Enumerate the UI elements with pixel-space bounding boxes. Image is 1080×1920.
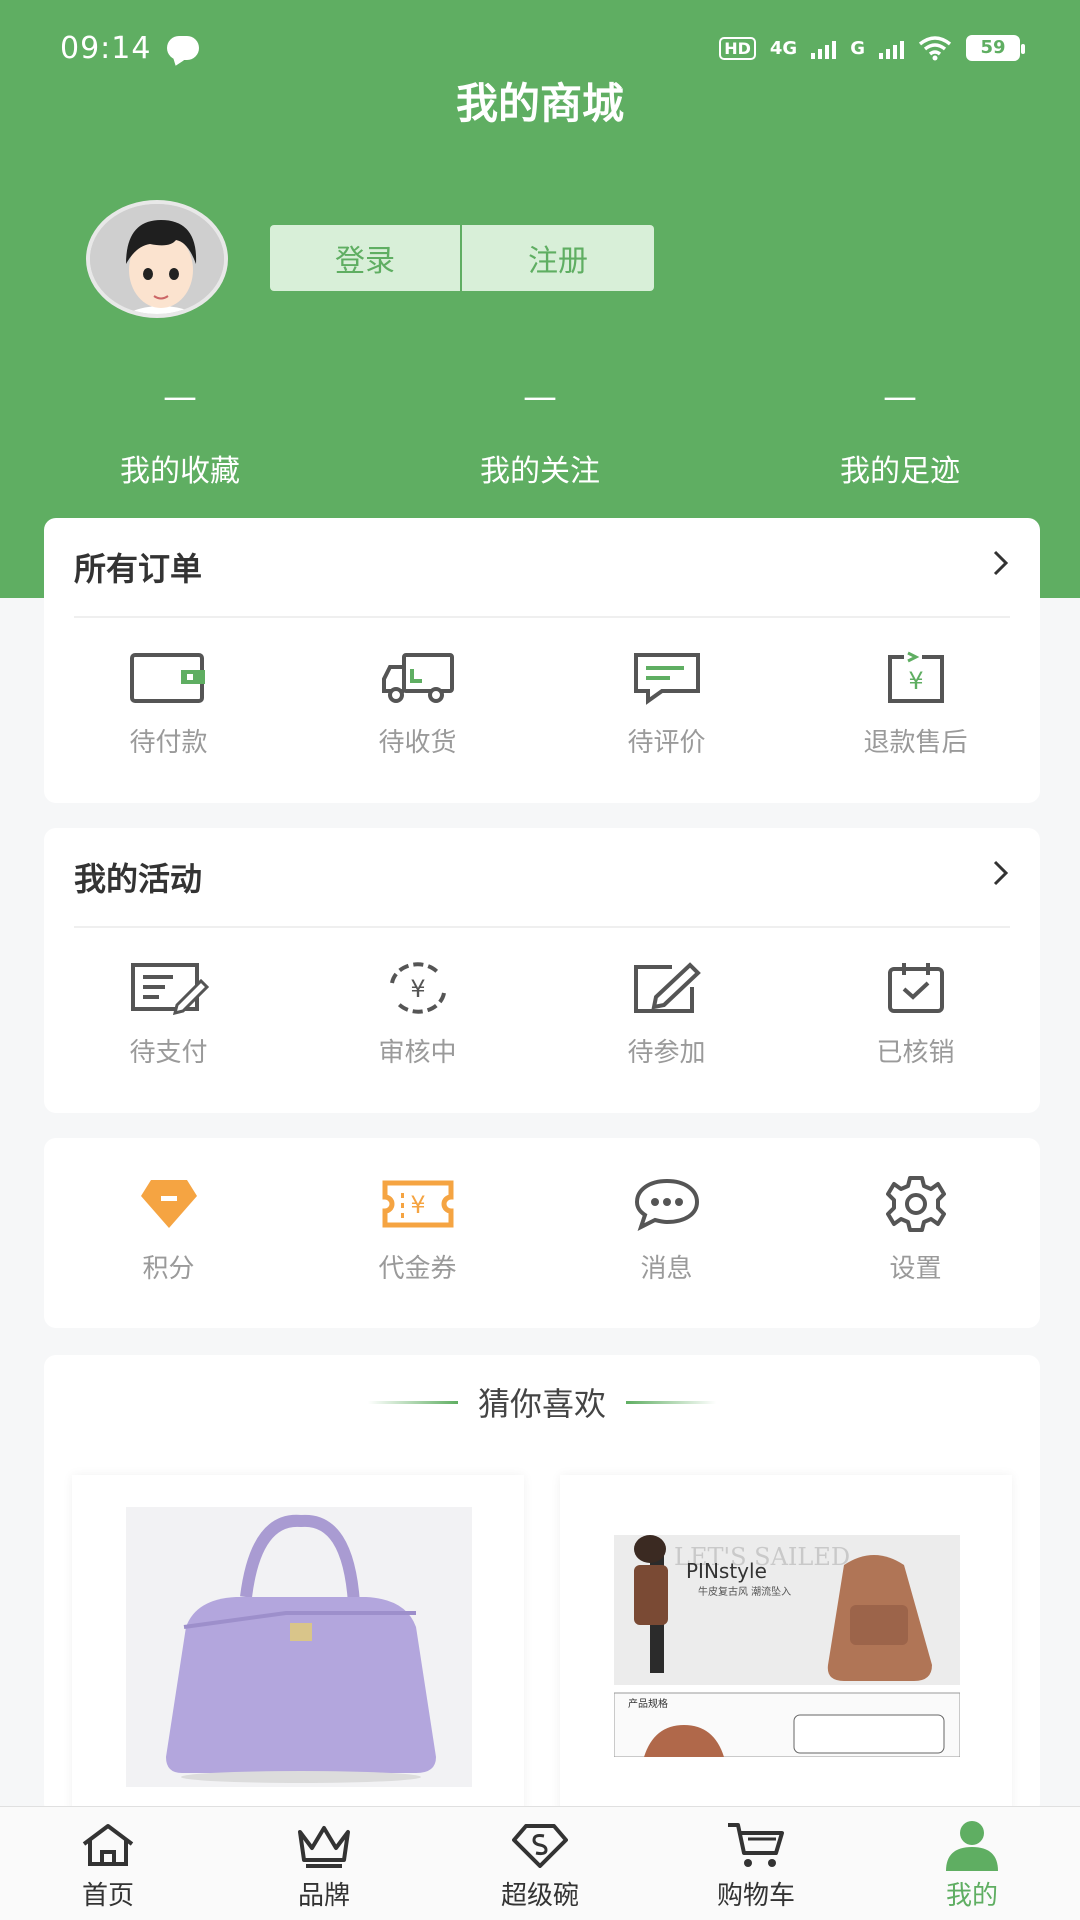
status-bar: 09:14 HD 4G G 59	[60, 28, 1025, 68]
tab-mine[interactable]: 我的	[864, 1807, 1080, 1920]
stat-history-value: —	[883, 377, 917, 417]
svg-text:¥: ¥	[908, 667, 923, 695]
activity-to-attend[interactable]: 待参加	[542, 958, 791, 1069]
recommend-section: 猜你喜欢 LET'S SAILED PINstyle 牛皮复古风 潮流坠入 产品…	[44, 1355, 1040, 1815]
avatar[interactable]	[86, 200, 228, 318]
user-stats: — 我的收藏 — 我的关注 — 我的足迹	[0, 380, 1080, 490]
activities-card: 我的活动 待支付 ¥ 审核中 待参加 已核销	[44, 828, 1040, 1113]
pencil-square-icon	[627, 958, 707, 1018]
bottom-tab-bar: 首页 品牌 超级碗 购物车 我的	[0, 1806, 1080, 1920]
tool-points[interactable]: 积分	[44, 1174, 293, 1285]
stat-history-label: 我的足迹	[840, 454, 960, 489]
wallet-icon	[129, 648, 209, 708]
tab-home[interactable]: 首页	[0, 1807, 216, 1920]
hd-indicator: HD	[719, 36, 756, 60]
activity-reviewing-label: 审核中	[378, 1038, 457, 1068]
refund-icon: ¥	[876, 648, 956, 708]
tool-messages[interactable]: 消息	[542, 1174, 791, 1285]
network-g-label: G	[850, 37, 865, 59]
order-refund[interactable]: ¥ 退款售后	[791, 648, 1040, 759]
activity-verified[interactable]: 已核销	[791, 958, 1040, 1069]
order-pending-review-label: 待评价	[627, 728, 706, 758]
orders-card: 所有订单 待付款 待收货 待评价 ¥ 退款售后	[44, 518, 1040, 803]
stat-following[interactable]: — 我的关注	[360, 380, 720, 490]
tab-brand[interactable]: 品牌	[216, 1807, 432, 1920]
product-card[interactable]: LET'S SAILED PINstyle 牛皮复古风 潮流坠入 产品规格	[560, 1475, 1012, 1815]
home-icon	[80, 1819, 136, 1871]
backpack-ad-image: LET'S SAILED PINstyle 牛皮复古风 潮流坠入 产品规格	[614, 1535, 960, 1757]
cart-icon	[726, 1819, 786, 1871]
ad-brand-text: PINstyle	[686, 1559, 767, 1583]
recommend-title: 猜你喜欢	[477, 1385, 606, 1423]
chevron-right-icon	[992, 859, 1010, 895]
activity-pending-payment[interactable]: 待支付	[44, 958, 293, 1069]
activity-verified-label: 已核销	[876, 1038, 955, 1068]
chat-bubble-icon	[167, 36, 200, 60]
points-gem-icon	[129, 1174, 209, 1234]
svg-text:¥: ¥	[410, 1191, 425, 1219]
message-icon	[627, 1174, 707, 1234]
stat-favorites-label: 我的收藏	[120, 454, 240, 489]
tool-settings[interactable]: 设置	[791, 1174, 1040, 1285]
activity-pending-payment-label: 待支付	[129, 1038, 208, 1068]
edit-list-icon	[129, 958, 209, 1018]
tab-super-bowl-label: 超级碗	[500, 1881, 579, 1911]
login-button[interactable]: 登录	[270, 225, 462, 291]
tab-cart-label: 购物车	[716, 1881, 795, 1911]
activities-header[interactable]: 我的活动	[74, 828, 1010, 928]
stat-favorites-value: —	[163, 377, 197, 417]
stat-favorites[interactable]: — 我的收藏	[0, 380, 360, 490]
yen-cycle-icon: ¥	[378, 958, 458, 1018]
title-divider-right	[626, 1400, 716, 1404]
tool-messages-label: 消息	[640, 1254, 693, 1284]
super-bowl-icon	[512, 1819, 568, 1871]
title-divider-left	[367, 1400, 458, 1404]
order-refund-label: 退款售后	[863, 728, 968, 758]
product-card[interactable]	[72, 1475, 524, 1815]
stat-following-label: 我的关注	[480, 454, 600, 489]
network-4g-label: 4G	[769, 37, 798, 59]
tool-settings-label: 设置	[889, 1254, 942, 1284]
stat-following-value: —	[523, 377, 557, 417]
ad-sub-text: 牛皮复古风 潮流坠入	[698, 1587, 792, 1598]
tool-points-label: 积分	[142, 1254, 195, 1284]
tool-coupon[interactable]: ¥ 代金券	[293, 1174, 542, 1285]
order-pending-payment[interactable]: 待付款	[44, 648, 293, 759]
order-pending-receipt-label: 待收货	[378, 728, 457, 758]
tools-card: 积分 ¥ 代金券 消息 设置	[44, 1138, 1040, 1328]
tab-mine-label: 我的	[945, 1881, 998, 1911]
tab-brand-label: 品牌	[297, 1881, 350, 1911]
order-pending-receipt[interactable]: 待收货	[293, 648, 542, 759]
user-icon	[942, 1819, 1002, 1871]
calendar-check-icon	[876, 958, 956, 1018]
comment-icon	[627, 648, 707, 708]
orders-header[interactable]: 所有订单	[74, 518, 1010, 618]
tab-super-bowl[interactable]: 超级碗	[432, 1807, 648, 1920]
signal-2-icon	[879, 37, 904, 59]
activity-to-attend-label: 待参加	[627, 1038, 706, 1068]
activity-reviewing[interactable]: ¥ 审核中	[293, 958, 542, 1069]
register-button[interactable]: 注册	[462, 225, 654, 291]
spec-label: 产品规格	[628, 1699, 668, 1710]
tab-home-label: 首页	[81, 1881, 134, 1911]
order-pending-payment-label: 待付款	[129, 728, 208, 758]
svg-text:¥: ¥	[410, 975, 425, 1003]
activities-title: 我的活动	[74, 860, 203, 898]
coupon-icon: ¥	[378, 1174, 458, 1234]
stat-history[interactable]: — 我的足迹	[720, 380, 1080, 490]
orders-title: 所有订单	[74, 550, 203, 588]
crown-icon	[296, 1819, 352, 1871]
wifi-icon	[918, 36, 952, 61]
settings-gear-icon	[876, 1174, 956, 1234]
page-title: 我的商城	[455, 79, 624, 128]
signal-icon	[811, 37, 837, 59]
chevron-right-icon	[992, 549, 1010, 585]
battery-icon: 59	[966, 35, 1025, 61]
order-pending-review[interactable]: 待评价	[542, 648, 791, 759]
purple-handbag-image	[126, 1507, 472, 1787]
tab-cart[interactable]: 购物车	[648, 1807, 864, 1920]
truck-icon	[378, 648, 458, 708]
status-time: 09:14	[60, 30, 152, 66]
tool-coupon-label: 代金券	[378, 1254, 457, 1284]
